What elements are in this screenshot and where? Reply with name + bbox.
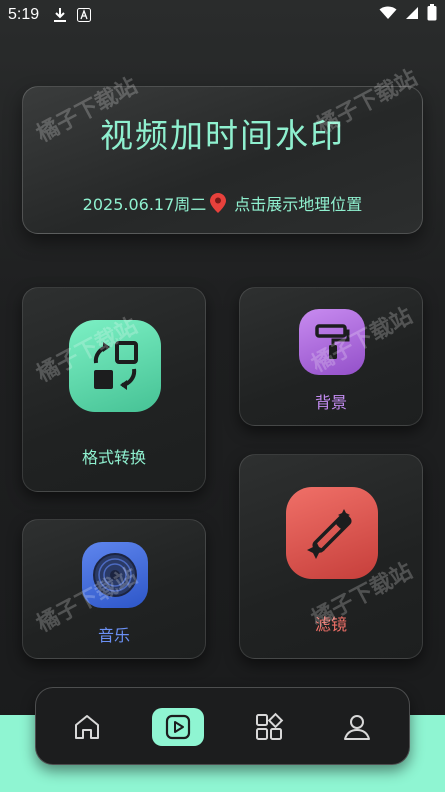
user-icon: [344, 715, 370, 740]
nav-home-button[interactable]: [68, 708, 106, 746]
filter-label: 滤镜: [314, 615, 347, 634]
format-convert-label: 格式转换: [81, 448, 146, 467]
signal-icon: [405, 6, 419, 25]
music-card[interactable]: 音乐: [22, 519, 206, 659]
nav-apps-button[interactable]: [250, 708, 288, 746]
status-time: 5:19: [8, 6, 40, 23]
page-title: 视频加时间水印: [100, 116, 345, 155]
date-location-row: 2025.06.17周二 点击展示地理位置: [23, 191, 422, 217]
header-card: 视频加时间水印 2025.06.17周二 点击展示地理位置: [22, 86, 423, 234]
format-tile: [69, 320, 161, 412]
background-card[interactable]: 背景: [239, 287, 423, 426]
bottom-nav: [35, 687, 410, 765]
filter-tile: [286, 487, 378, 579]
font-a-icon: [77, 8, 92, 22]
nav-profile-button[interactable]: [338, 708, 376, 746]
music-tile: [82, 542, 148, 608]
swap-shapes-icon: [93, 341, 138, 390]
format-convert-card[interactable]: 格式转换: [22, 287, 206, 492]
nav-video-button[interactable]: [152, 708, 204, 746]
download-icon: [53, 7, 67, 23]
filter-card[interactable]: 滤镜: [239, 454, 423, 659]
wifi-icon: [379, 6, 397, 25]
status-bar: 5:19: [0, 0, 445, 30]
play-square-icon: [165, 714, 191, 740]
apps-grid-icon: [256, 712, 284, 740]
status-right: [379, 4, 437, 26]
location-pin-icon: [210, 193, 227, 217]
paint-roller-icon: [315, 324, 350, 359]
magic-wand-icon: [307, 509, 352, 559]
background-tile: [299, 309, 365, 375]
background-label: 背景: [314, 393, 347, 412]
date-text: 2025.06.17周二: [82, 195, 207, 214]
battery-icon: [427, 4, 437, 26]
home-icon: [75, 715, 99, 739]
show-location-link[interactable]: 点击展示地理位置: [234, 195, 362, 214]
music-label: 音乐: [97, 626, 130, 645]
vinyl-disc-icon: [93, 553, 137, 597]
